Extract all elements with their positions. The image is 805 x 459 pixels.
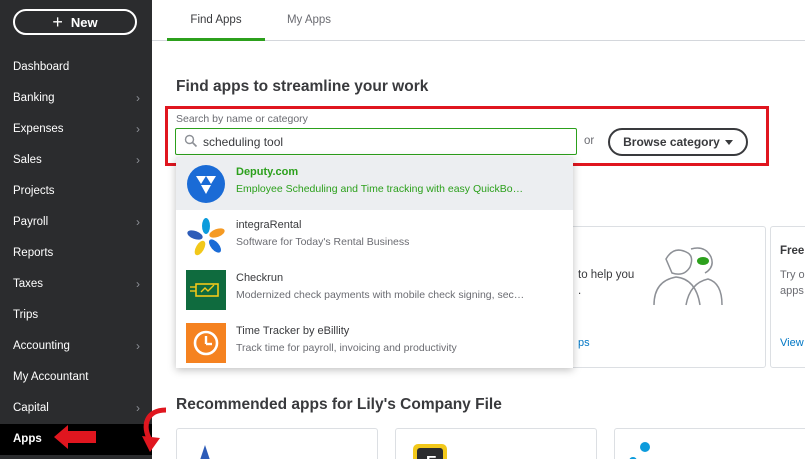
search-icon: [184, 134, 198, 148]
suggestion-checkrun[interactable]: Checkrun Modernized check payments with …: [176, 263, 573, 316]
checkrun-logo-icon: [186, 270, 226, 310]
suggestion-name: integraRental: [236, 219, 302, 231]
recommended-card[interactable]: [176, 428, 378, 459]
recommended-card[interactable]: [614, 428, 805, 459]
chevron-right-icon: ›: [136, 153, 140, 167]
svg-text:E: E: [426, 454, 437, 459]
plus-icon: +: [52, 12, 63, 32]
sidebar-item-label: Payroll: [13, 216, 49, 228]
promo-card-text: to help you: [578, 269, 635, 281]
app-logo-icon: E: [413, 444, 447, 459]
page-title: Find apps to streamline your work: [176, 78, 429, 95]
suggestion-ebillity[interactable]: Time Tracker by eBillity Track time for …: [176, 316, 573, 369]
or-text: or: [584, 135, 595, 147]
browse-category-label: Browse category: [623, 135, 720, 149]
sidebar-item-label: My Accountant: [13, 371, 89, 383]
sidebar-item-reports[interactable]: Reports: [0, 238, 152, 269]
sidebar-item-capital[interactable]: Capital ›: [0, 393, 152, 424]
sidebar-item-expenses[interactable]: Expenses ›: [0, 114, 152, 145]
tab-my-apps[interactable]: My Apps: [276, 0, 342, 41]
new-button-label: New: [70, 14, 98, 30]
sidebar-item-label: Taxes: [13, 278, 44, 290]
suggestion-desc: Software for Today's Rental Business: [236, 236, 410, 248]
browse-category-button[interactable]: Browse category: [608, 128, 748, 156]
free-card-line-2: apps: [780, 285, 804, 297]
sidebar-item-accounting[interactable]: Accounting ›: [0, 331, 152, 362]
sidebar-item-my-accountant[interactable]: My Accountant: [0, 362, 152, 393]
suggestion-name: Checkrun: [236, 272, 284, 284]
recommended-card[interactable]: E: [395, 428, 597, 459]
sidebar-item-taxes[interactable]: Taxes ›: [0, 269, 152, 300]
search-suggestions-dropdown: Deputy.com Employee Scheduling and Time …: [176, 157, 573, 368]
caret-down-icon: [724, 139, 733, 145]
sidebar-item-label: Reports: [13, 247, 54, 259]
free-card-title: Free: [780, 245, 805, 257]
sidebar-item-label: Dashboard: [13, 61, 70, 73]
deputy-logo-icon: [187, 165, 225, 203]
sidebar-item-trips[interactable]: Trips: [0, 300, 152, 331]
tab-find-apps[interactable]: Find Apps: [167, 0, 265, 41]
suggestion-name: Time Tracker by eBillity: [236, 325, 350, 337]
suggestion-name: Deputy.com: [236, 166, 299, 178]
sidebar-item-label: Expenses: [13, 123, 64, 135]
app-tabs: Find Apps My Apps: [152, 0, 805, 41]
search-input[interactable]: scheduling tool: [175, 128, 577, 155]
search-label: Search by name or category: [176, 113, 308, 125]
sidebar-item-sales[interactable]: Sales ›: [0, 145, 152, 176]
sidebar-item-payroll[interactable]: Payroll ›: [0, 207, 152, 238]
free-card-link[interactable]: View: [780, 337, 804, 349]
sidebar-item-projects[interactable]: Projects: [0, 176, 152, 207]
sidebar-item-dashboard[interactable]: Dashboard: [0, 52, 152, 83]
promo-card-link[interactable]: ps: [578, 337, 590, 349]
chevron-right-icon: ›: [136, 339, 140, 353]
chevron-right-icon: ›: [136, 91, 140, 105]
sidebar-item-label: Sales: [13, 154, 42, 166]
suggestion-desc: Employee Scheduling and Time tracking wi…: [236, 183, 524, 195]
app-logo-icon: [200, 445, 210, 459]
chevron-right-icon: ›: [136, 277, 140, 291]
chevron-right-icon: ›: [136, 215, 140, 229]
promo-card: to help you . ps: [540, 226, 766, 368]
annotation-arrow-left-icon: [54, 425, 96, 449]
suggestion-deputy[interactable]: Deputy.com Employee Scheduling and Time …: [176, 157, 573, 210]
sidebar-item-label: Projects: [13, 185, 55, 197]
people-illustration-icon: [653, 247, 723, 306]
suggestion-desc: Modernized check payments with mobile ch…: [236, 289, 525, 301]
sidebar-item-label: Trips: [13, 309, 39, 321]
recommended-title: Recommended apps for Lily's Company File: [176, 396, 502, 413]
sidebar: + New Dashboard Banking › Expenses › Sales…: [0, 0, 152, 459]
integrarental-logo-icon: [187, 218, 225, 256]
promo-card-text-2: .: [578, 285, 582, 297]
sidebar-item-label: Accounting: [13, 340, 70, 352]
ebillity-clock-logo-icon: [186, 323, 226, 363]
new-button[interactable]: + New: [13, 9, 137, 35]
sidebar-nav: Dashboard Banking › Expenses › Sales › Proj…: [0, 52, 152, 455]
annotation-curved-arrow-icon: [142, 407, 167, 452]
search-value: scheduling tool: [203, 135, 284, 149]
app-logo-icon: [629, 442, 650, 459]
sidebar-item-label: Banking: [13, 92, 55, 104]
suggestion-integrarental[interactable]: integraRental Software for Today's Renta…: [176, 210, 573, 263]
chevron-right-icon: ›: [136, 122, 140, 136]
suggestion-desc: Track time for payroll, invoicing and pr…: [236, 342, 457, 354]
free-card: Free Try o apps View: [770, 226, 805, 368]
sidebar-item-label: Apps: [13, 433, 42, 445]
free-card-line: Try o: [780, 269, 805, 281]
sidebar-item-label: Capital: [13, 402, 49, 414]
sidebar-item-banking[interactable]: Banking ›: [0, 83, 152, 114]
